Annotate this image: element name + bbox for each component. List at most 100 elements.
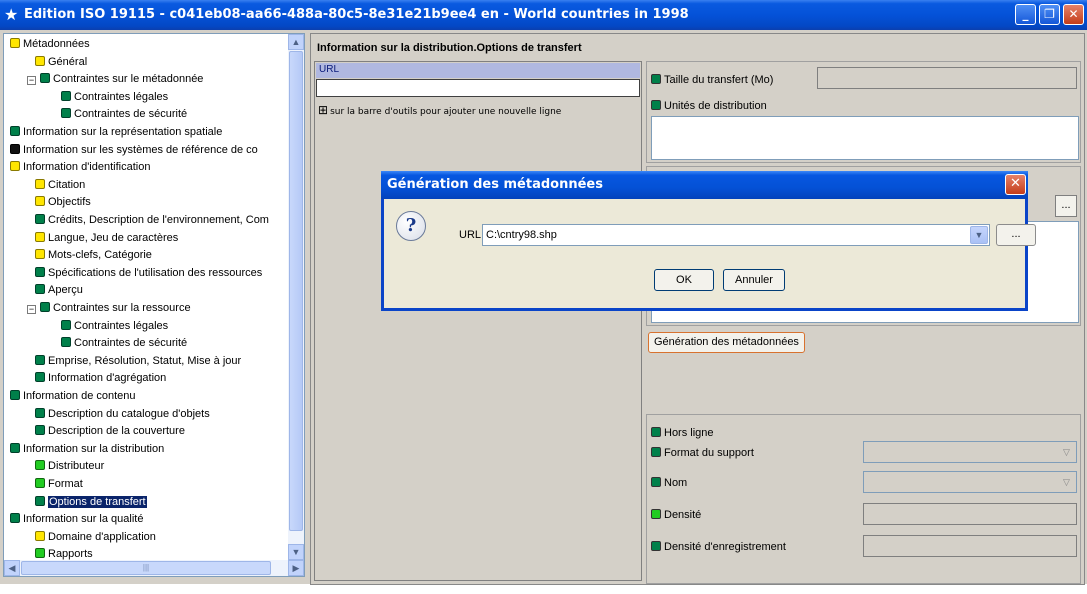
tree-item[interactable]: Information sur la qualité [10,511,143,528]
tree-item-label: Information sur les systèmes de référenc… [23,143,258,156]
tree-body: Métadonnées Général − Contraintes sur le mé… [4,34,288,560]
tree-item-label: Description de la couverture [48,425,185,438]
url-row[interactable] [316,79,640,97]
status-square-icon [61,90,71,101]
dialog-browse-button[interactable]: ... [996,224,1036,246]
status-square-icon [61,319,71,330]
tree-item[interactable]: Information d'agrégation [35,370,166,387]
mandatory-indicator-icon [651,100,661,110]
tree-item[interactable]: Contraintes de sécurité [61,106,187,123]
url-table: URL ⊞ sur la barre d'outils pour ajouter … [314,61,642,581]
tree-item[interactable]: Métadonnées [10,36,90,53]
dialog-title: Génération des métadonnées [387,177,603,192]
scroll-up-icon[interactable]: ▲ [288,34,304,50]
tree-item-label: Spécifications de l'utilisation des ress… [48,266,263,279]
dialog-titlebar: Génération des métadonnées ✕ [381,171,1028,199]
tree-item[interactable]: Description de la couverture [35,423,185,440]
status-square-icon [35,55,45,66]
tree-item-label: Citation [48,178,86,191]
scroll-down-icon[interactable]: ▼ [288,544,304,560]
tree-item-label: Information de contenu [23,390,136,402]
tree-item[interactable]: Information sur la représentation spatia… [10,124,222,141]
status-square-icon [10,126,20,136]
tree-item[interactable]: Information de contenu [10,388,136,405]
window-titlebar: ★ Edition ISO 19115 - c041eb08-aa66-488a… [0,0,1087,30]
close-button[interactable]: ✕ [1063,4,1084,25]
tree-item-label: Information d'agrégation [48,372,167,385]
scroll-right-icon[interactable]: ▶ [288,560,304,576]
tree-vertical-scrollbar[interactable]: ▲ ▼ [288,34,304,560]
nom-select[interactable]: ▽ [863,471,1077,493]
tree-item[interactable]: Rapports [35,546,93,560]
tree-item[interactable]: Spécifications de l'utilisation des ress… [35,265,262,282]
tree-item[interactable]: − Contraintes sur le métadonnée [27,71,203,88]
status-square-icon [35,478,45,488]
tree-item-label: Contraintes sur la ressource [53,302,191,314]
url-column-header[interactable]: URL [316,63,640,78]
scroll-left-icon[interactable]: ◀ [4,560,20,576]
cancel-button[interactable]: Annuler [723,269,785,291]
collapse-icon[interactable]: − [27,76,36,86]
status-square-icon [35,178,45,189]
metadata-tree: Métadonnées Général − Contraintes sur le mé… [3,33,305,577]
tree-item[interactable]: Description du catalogue d'objets [35,406,210,423]
chevron-down-icon[interactable]: ▽ [1058,443,1075,461]
generation-button[interactable]: Génération des métadonnées [648,332,805,353]
status-square-icon [35,530,45,541]
tree-item[interactable]: Information sur la distribution [10,441,164,458]
generation-dialog: Génération des métadonnées ✕ ? URL C:\cn… [381,171,1036,311]
tree-item-label: Métadonnées [23,38,90,50]
mandatory-indicator-icon [651,427,661,437]
chevron-down-icon[interactable]: ▽ [1058,473,1075,491]
tree-item[interactable]: Contraintes légales [61,89,168,106]
tree-item[interactable]: Mots-clefs, Catégorie [35,247,152,264]
taille-field[interactable] [817,67,1077,89]
tree-item-label: Format [48,478,83,490]
tree-item[interactable]: Crédits, Description de l'environnement,… [35,212,269,229]
hscroll-thumb[interactable]: ||| [21,561,271,575]
scroll-thumb[interactable] [289,51,303,531]
tree-item[interactable]: Information d'identification [10,159,150,176]
tree-item[interactable]: − Contraintes sur la ressource [27,300,191,317]
format-support-select[interactable]: ▽ [863,441,1077,463]
collapse-icon[interactable]: − [27,305,36,314]
tree-item[interactable]: Aperçu [35,282,83,299]
tree-item[interactable]: Emprise, Résolution, Statut, Mise à jour [35,353,241,370]
hors-ligne-label: Hors ligne [651,427,714,439]
tree-item[interactable]: Objectifs [35,194,91,211]
ok-button[interactable]: OK [654,269,714,291]
tree-horizontal-scrollbar[interactable]: ◀ ||| ▶ [4,560,304,576]
status-square-icon [35,372,45,383]
densite-field[interactable] [863,503,1077,525]
tree-item-label: Information sur la distribution [23,442,165,455]
tree-item-label: Contraintes légales [74,319,169,332]
tree-item[interactable]: Information sur les systèmes de référenc… [10,142,258,159]
minimize-button[interactable]: _ [1015,4,1036,25]
tree-item[interactable]: Langue, Jeu de caractères [35,230,178,247]
tree-item-label: Emprise, Résolution, Statut, Mise à jour [48,354,242,367]
browse-small-button[interactable]: ... [1055,195,1077,217]
dialog-url-combobox[interactable]: C:\cntry98.shp ▼ [482,224,990,246]
add-row-hint-text: sur la barre d'outils pour ajouter une n… [330,107,562,117]
tree-item[interactable]: Citation [35,177,85,194]
unites-textarea[interactable] [651,116,1079,160]
status-square-icon [10,513,20,524]
dialog-close-button[interactable]: ✕ [1005,174,1026,195]
tree-item[interactable]: Options de transfert [35,494,147,511]
maximize-button[interactable]: ❐ [1039,4,1060,25]
status-square-icon [35,407,45,418]
table-add-icon: ⊞ [318,103,329,117]
tree-item[interactable]: Contraintes de sécurité [61,335,187,352]
tree-item-label: Général [48,55,88,68]
offline-panel: Hors ligne Format du support ▽ Nom ▽ Den… [646,414,1081,584]
tree-item[interactable]: Format [35,476,83,493]
tree-item[interactable]: Contraintes légales [61,318,168,335]
chevron-down-icon[interactable]: ▼ [970,226,988,244]
tree-item[interactable]: Domaine d'application [35,529,156,546]
unites-label-text: Unités de distribution [664,100,767,112]
tree-item[interactable]: Général [35,54,87,71]
status-square-icon [35,425,45,436]
tree-item[interactable]: Distributeur [35,458,104,475]
densite-enreg-field[interactable] [863,535,1077,557]
taille-label-text: Taille du transfert (Mo) [664,74,774,86]
